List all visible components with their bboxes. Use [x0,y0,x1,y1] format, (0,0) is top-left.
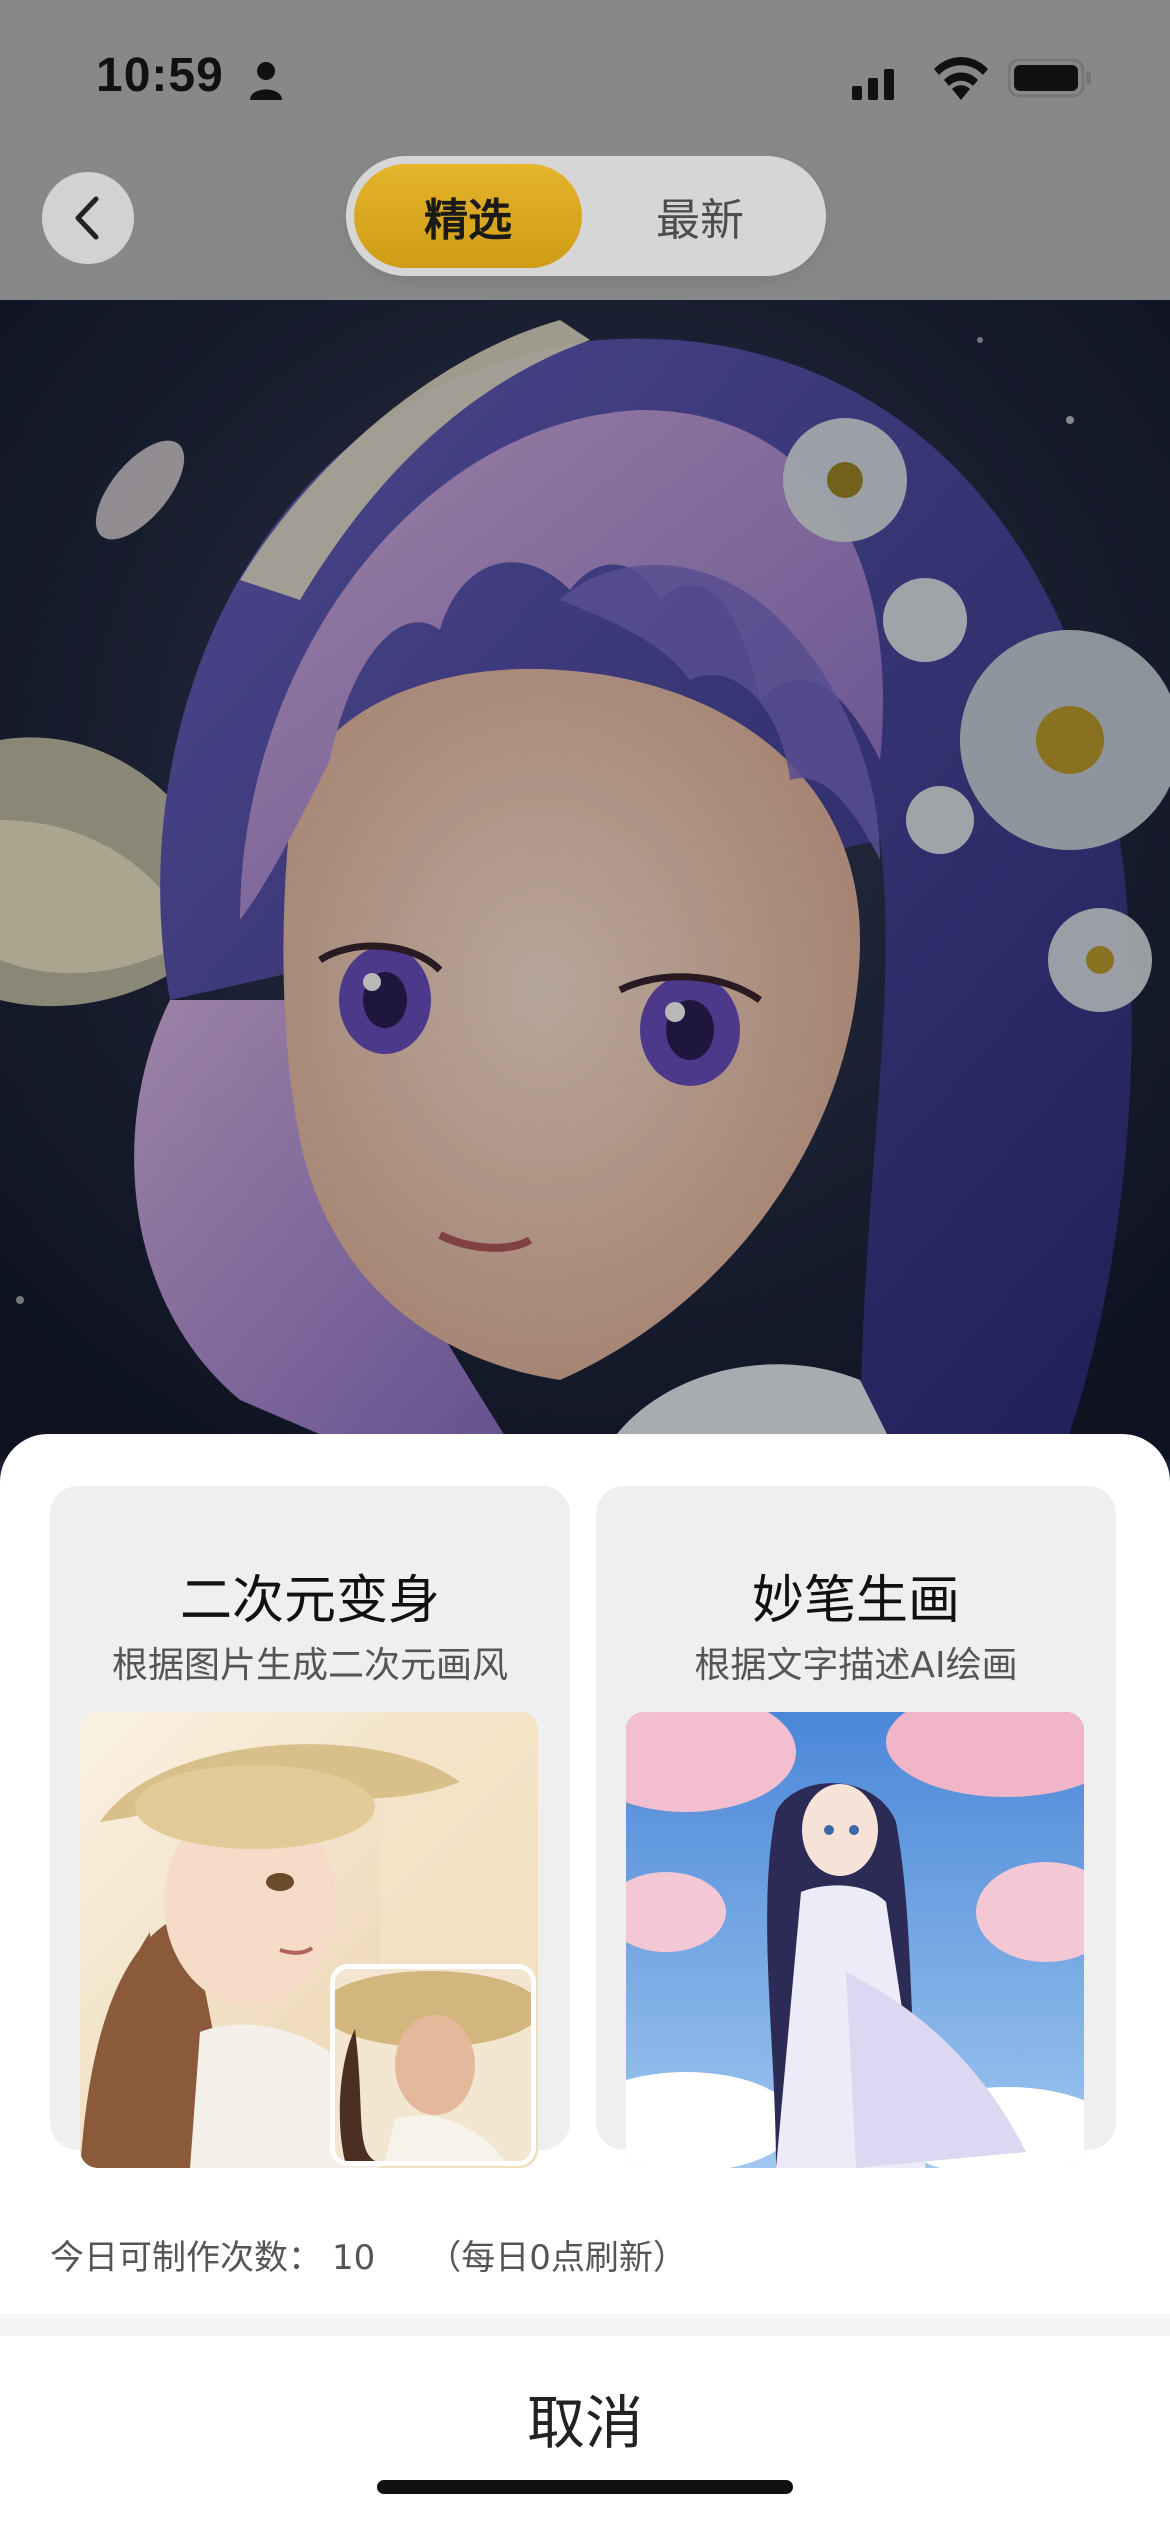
source-photo-thumbnail [330,1964,536,2166]
tab-latest[interactable]: 最新 [582,164,818,268]
anime-transform-preview [80,1712,538,2168]
tab-featured[interactable]: 精选 [354,164,582,268]
quota-refresh-note: （每日0点刷新） [427,2238,687,2278]
text-to-image-preview [626,1712,1084,2168]
screen: 10:59 精选 最新 二次元变身 根据图片生成二次元画风 妙笔生画 根据文字描… [0,0,1170,2532]
action-bottom-sheet: 二次元变身 根据图片生成二次元画风 妙笔生画 根据文字描述AI绘画 今日可制作次… [0,1434,1170,2532]
feed-tab-switcher: 精选 最新 [346,156,826,276]
card-subtitle: 根据图片生成二次元画风 [111,1645,508,1686]
sakura-girl-image [626,1712,1084,2168]
cancel-button[interactable]: 取消 [0,2338,1170,2498]
quota-count: 10 [332,2238,376,2278]
anime-transform-card[interactable]: 二次元变身 根据图片生成二次元画风 [50,1486,570,2168]
status-time: 10:59 [96,49,224,102]
card-subtitle: 根据文字描述AI绘画 [694,1645,1018,1686]
card-title: 妙笔生画 [751,1571,960,1631]
quota-label: 今日可制作次数： [50,2238,322,2278]
cellular-signal-icon [852,60,910,100]
text-to-image-card[interactable]: 妙笔生画 根据文字描述AI绘画 [596,1486,1116,2168]
daily-quota: 今日可制作次数： 10 （每日0点刷新） [50,2230,687,2279]
wifi-icon [934,57,988,100]
person-icon [250,62,282,100]
back-button[interactable] [42,172,134,264]
real-photo-image [335,1969,531,2161]
card-title: 二次元变身 [179,1571,440,1631]
divider [0,2314,1170,2336]
home-indicator[interactable] [377,2480,793,2494]
battery-icon [1008,58,1091,98]
chevron-left-icon [75,196,99,240]
